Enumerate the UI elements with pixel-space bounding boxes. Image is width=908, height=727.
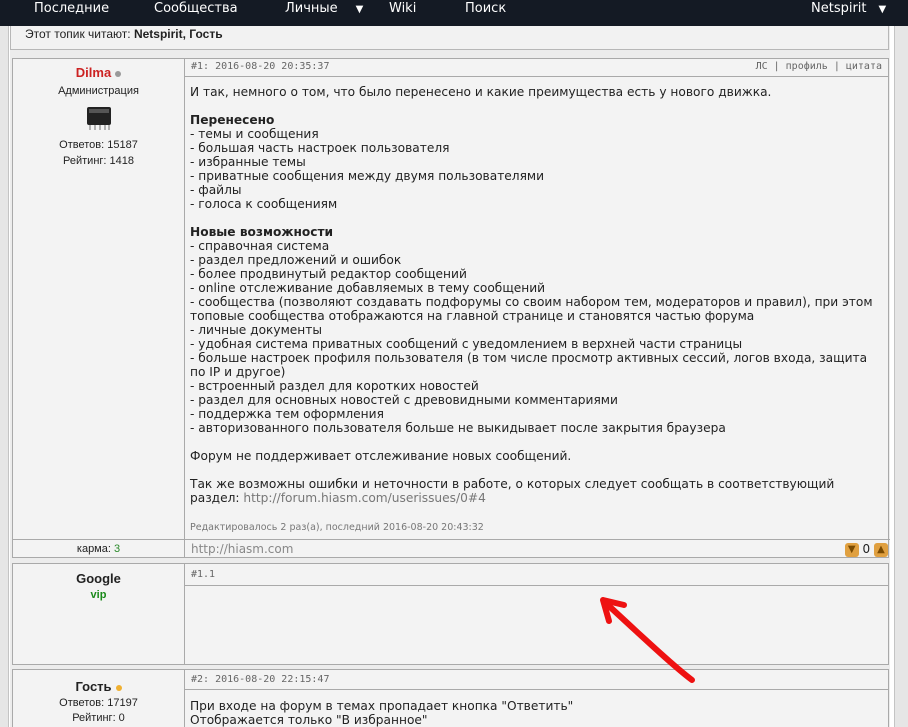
list-item: - большая часть настроек пользователя	[190, 141, 450, 155]
section-title-new: Новые возможности	[190, 225, 334, 239]
nav-item-label: Поиск	[465, 1, 507, 16]
list-item: - личные документы	[190, 323, 322, 337]
topic-content: Этот топик читают: Netspirit, Гость Dilm…	[10, 26, 890, 727]
offline-status-icon	[115, 71, 122, 78]
post-action-links[interactable]: ЛС | профиль | цитата	[756, 61, 882, 72]
post-line: При входе на форум в темах пропадает кно…	[190, 699, 574, 713]
userissues-link[interactable]: http://forum.hiasm.com/userissues/0#4	[243, 491, 485, 505]
karma-display: карма: 3	[13, 540, 185, 557]
nav-item-label: Сообщества	[154, 1, 238, 16]
list-item: - удобная система приватных сообщений с …	[190, 337, 743, 351]
author-role: vip	[90, 589, 107, 601]
post-body: #2: 2016-08-20 22:15:47 При входе на фор…	[185, 670, 888, 727]
list-item: - раздел предложений и ошибок	[190, 253, 402, 267]
list-item: - раздел для основных новостей с древови…	[190, 393, 618, 407]
post-author-panel: Dilma Администрация Ответов: 15187 Рейти…	[13, 59, 185, 539]
post-errors-text: Так же возможны ошибки и неточности в ра…	[190, 477, 835, 491]
karma-label: карма:	[76, 543, 111, 555]
post-text: При входе на форум в темах пропадает кно…	[185, 690, 888, 727]
list-item: топовые сообщества отображаются на главн…	[190, 309, 755, 323]
list-item: - поддержка тем оформления	[190, 407, 384, 421]
post-number[interactable]: #1.1	[191, 569, 215, 580]
signature-link[interactable]: http://hiasm.com	[191, 540, 293, 558]
nav-item-search[interactable]: Поиск	[465, 0, 506, 17]
post-text: И так, немного о том, что было перенесен…	[185, 77, 888, 535]
nav-item-wiki[interactable]: Wiki	[389, 0, 416, 17]
post-note: Форум не поддерживает отслеживание новых…	[190, 449, 572, 463]
post-errors-prefix: раздел:	[190, 491, 240, 505]
online-status-icon	[115, 685, 122, 692]
list-item: - избранные темы	[190, 155, 306, 169]
post-intro: И так, немного о том, что было перенесен…	[190, 85, 772, 99]
author-answers: Ответов: 17197	[59, 697, 138, 709]
post-header: #1.1	[185, 564, 888, 586]
nav-item-label: Wiki	[389, 1, 417, 16]
vote-count: 0	[862, 542, 871, 556]
nav-item-label: Последние	[34, 1, 110, 16]
user-menu-label: Netspirit	[811, 1, 867, 16]
post-number-date[interactable]: #1: 2016-08-20 20:35:37	[191, 61, 329, 72]
thumbs-down-icon[interactable]: ▼	[844, 542, 859, 557]
nav-item-latest[interactable]: Последние	[34, 0, 109, 17]
top-navigation-bar: Последние Сообщества Личные ▼ Wiki Поиск …	[0, 0, 908, 26]
post-body: #1.1	[185, 564, 888, 586]
readers-names: Netspirit, Гость	[133, 27, 223, 41]
author-answers: Ответов: 15187	[59, 139, 138, 151]
post-header: #2: 2016-08-20 22:15:47	[185, 670, 888, 690]
author-name[interactable]: Гость	[75, 679, 111, 694]
nav-item-personal[interactable]: Личные ▼	[285, 0, 363, 18]
author-name[interactable]: Dilma	[76, 65, 111, 80]
list-item: - авторизованного пользователя больше не…	[190, 421, 726, 435]
post-number-date[interactable]: #2: 2016-08-20 22:15:47	[191, 674, 329, 685]
right-page-rail	[894, 26, 908, 727]
topic-readers-bar: Этот топик читают: Netspirit, Гость	[10, 26, 889, 50]
forum-post: Google vip #1.1	[12, 563, 889, 665]
post-author-panel: Google vip	[13, 564, 185, 664]
readers-label: Этот топик читают:	[25, 27, 131, 41]
nav-item-communities[interactable]: Сообщества	[154, 0, 238, 17]
author-rating: Рейтинг: 1418	[63, 155, 134, 167]
list-item: - больше настроек профиля пользователя (…	[190, 351, 868, 365]
chip-avatar-icon	[79, 103, 119, 131]
post-author-panel: Гость Ответов: 17197 Рейтинг: 0	[13, 670, 185, 727]
left-page-rail	[0, 26, 9, 727]
list-item: - голоса к сообщениям	[190, 197, 338, 211]
list-item: - сообщества (позволяют создавать подфор…	[190, 295, 873, 309]
nav-item-label: Личные	[285, 1, 338, 16]
post-footer: карма: 3 http://hiasm.com ▼ 0 ▲	[13, 539, 890, 557]
forum-post: Dilma Администрация Ответов: 15187 Рейти…	[12, 58, 890, 558]
chevron-down-icon: ▼	[878, 4, 887, 15]
post-header: #1: 2016-08-20 20:35:37 ЛС | профиль | ц…	[185, 59, 888, 77]
forum-post: Гость Ответов: 17197 Рейтинг: 0 #2: 2016…	[12, 669, 889, 727]
list-item: - файлы	[190, 183, 242, 197]
author-role: Администрация	[58, 85, 139, 97]
section-title-moved: Перенесено	[190, 113, 275, 127]
user-menu[interactable]: Netspirit ▼	[811, 0, 886, 18]
list-item: - справочная система	[190, 239, 330, 253]
author-rating: Рейтинг: 0	[72, 712, 125, 724]
list-item: по IP и другое)	[190, 365, 286, 379]
chevron-down-icon: ▼	[355, 4, 364, 15]
edited-note: Редактировалось 2 раз(а), последний 2016…	[190, 522, 484, 533]
list-item: - приватные сообщения между двумя пользо…	[190, 169, 545, 183]
list-item: - темы и сообщения	[190, 127, 319, 141]
post-body: #1: 2016-08-20 20:35:37 ЛС | профиль | ц…	[185, 59, 888, 535]
list-item: - встроенный раздел для коротких новосте…	[190, 379, 479, 393]
thumbs-up-icon[interactable]: ▲	[874, 542, 888, 557]
karma-value: 3	[113, 543, 121, 555]
post-line: Отображается только "В избранное"	[190, 713, 428, 727]
author-name[interactable]: Google	[13, 571, 184, 586]
vote-controls: ▼ 0 ▲	[844, 540, 888, 558]
list-item: - более продвинутый редактор сообщений	[190, 267, 467, 281]
list-item: - online отслеживание добавляемых в тему…	[190, 281, 546, 295]
